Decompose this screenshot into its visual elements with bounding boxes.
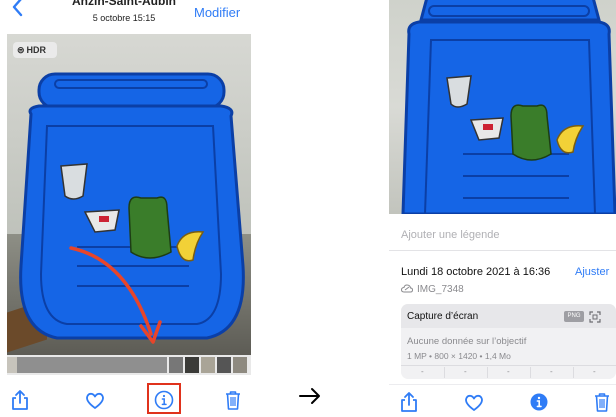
exif-value: - (464, 367, 467, 376)
exif-columns: - - - - - (401, 366, 616, 379)
format-badge: PNG (564, 311, 584, 322)
info-icon[interactable] (153, 389, 175, 411)
recycling-bin-picture (401, 0, 616, 214)
before-screen: Anzin-Saint-Aubin 5 octobre 15:15 Modifi… (7, 0, 251, 417)
column-divider (487, 367, 488, 378)
info-filled-icon[interactable] (528, 391, 550, 413)
column-divider (444, 367, 445, 378)
exif-value: - (550, 367, 553, 376)
trash-icon[interactable] (222, 389, 244, 411)
edit-button[interactable]: Modifier (194, 5, 240, 20)
thumbnail-strip[interactable] (7, 355, 251, 375)
after-screen: Ajouter une légende Lundi 18 octobre 202… (389, 0, 616, 417)
thumbnail[interactable] (185, 357, 199, 373)
bottom-toolbar (7, 378, 251, 417)
adjust-button[interactable]: Ajuster (575, 266, 609, 278)
hdr-icon: ⊜ (17, 45, 25, 55)
column-divider (530, 367, 531, 378)
lens-info: Aucune donnée sur l’objectif (407, 336, 527, 347)
hdr-label: HDR (26, 45, 47, 55)
share-icon[interactable] (398, 391, 420, 413)
photo-date: Lundi 18 octobre 2021 à 16:36 (401, 266, 551, 278)
trash-icon[interactable] (591, 391, 613, 413)
recycling-bin-picture (19, 72, 245, 344)
heart-icon[interactable] (463, 391, 485, 413)
photo-header: Anzin-Saint-Aubin 5 octobre 15:15 Modifi… (7, 0, 251, 34)
metadata-title: Capture d’écran (407, 311, 479, 322)
transition-arrow-icon (298, 384, 322, 406)
hdr-badge[interactable]: ⊜ HDR (13, 42, 57, 58)
file-name-row: IMG_7348 (401, 284, 464, 295)
thumbnail[interactable] (169, 357, 183, 373)
exif-value: - (593, 367, 596, 376)
thumbnail[interactable] (201, 357, 215, 373)
photo-location: Anzin-Saint-Aubin (72, 0, 176, 8)
share-icon[interactable] (9, 389, 31, 411)
bottom-toolbar (389, 384, 616, 417)
redacted-thumbnails (17, 357, 167, 373)
thumbnail[interactable] (233, 357, 247, 373)
exif-value: - (421, 367, 424, 376)
caption-input[interactable]: Ajouter une légende (401, 229, 499, 241)
image-specs: 1 MP • 800 × 1420 • 1,4 Mo (407, 351, 511, 361)
metadata-card: Capture d’écran PNG Aucune donnée sur l’… (401, 304, 616, 379)
column-divider (573, 367, 574, 378)
photo-view (389, 0, 616, 214)
thumbnail[interactable] (217, 357, 231, 373)
exif-value: - (507, 367, 510, 376)
photo-view: ⊜ HDR (7, 34, 251, 355)
heart-icon[interactable] (84, 389, 106, 411)
divider (389, 250, 616, 251)
file-name: IMG_7348 (417, 284, 464, 295)
back-chevron-icon[interactable] (10, 0, 26, 17)
photo-date: 5 octobre 15:15 (92, 13, 156, 23)
scan-icon[interactable] (589, 310, 601, 323)
cloud-icon (401, 284, 413, 293)
metadata-card-header: Capture d’écran PNG (401, 304, 616, 328)
